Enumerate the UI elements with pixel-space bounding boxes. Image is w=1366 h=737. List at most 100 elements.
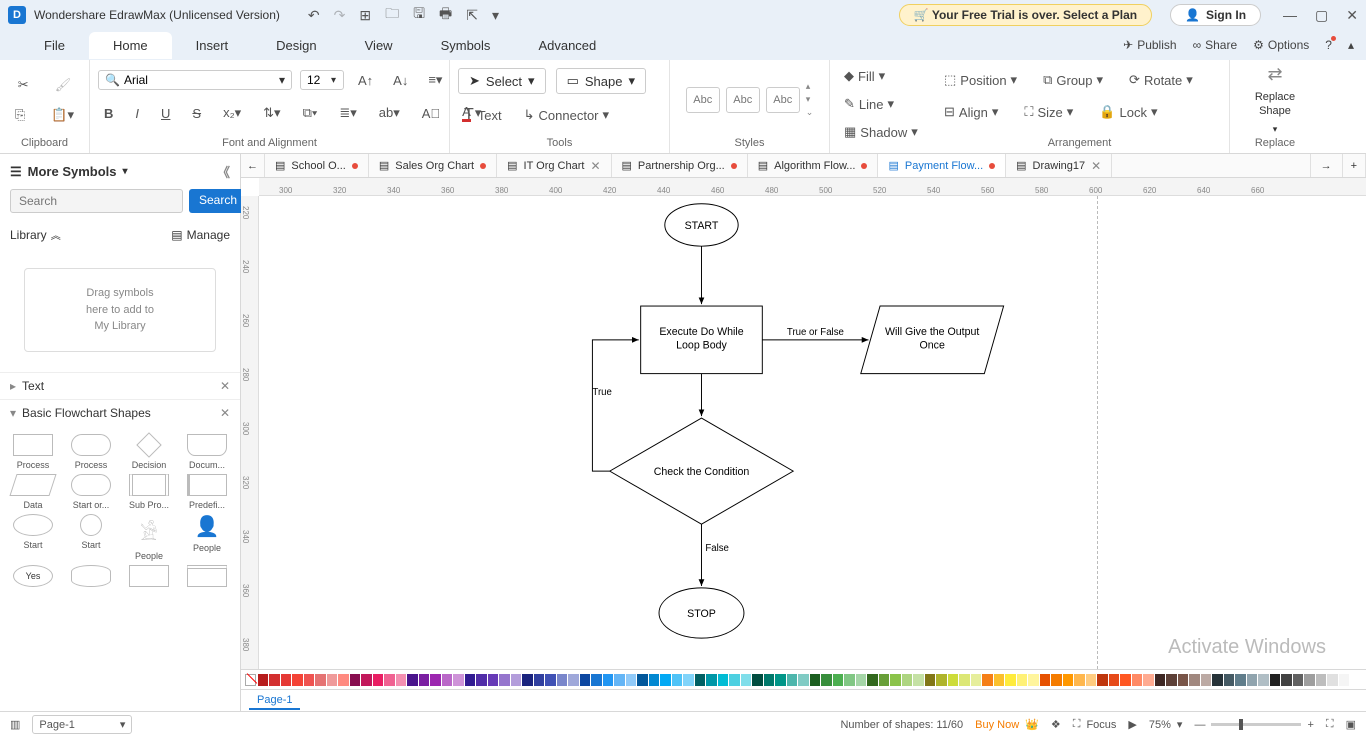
close-section-icon[interactable]: ✕	[220, 379, 230, 393]
color-swatch[interactable]	[1270, 674, 1281, 686]
color-swatch[interactable]	[660, 674, 671, 686]
doctab-payment[interactable]: ▤Payment Flow...	[878, 154, 1006, 177]
color-swatch[interactable]	[1224, 674, 1235, 686]
line-button[interactable]: ✎Line▾	[838, 92, 900, 116]
fill-button[interactable]: ◆Fill▾	[838, 64, 891, 88]
color-swatch[interactable]	[1040, 674, 1051, 686]
export-icon[interactable]: ⇱	[466, 7, 478, 24]
color-swatch[interactable]	[959, 674, 970, 686]
color-swatch[interactable]	[361, 674, 372, 686]
color-swatch[interactable]	[1166, 674, 1177, 686]
connector-tool[interactable]: ↳Connector▾	[518, 102, 615, 128]
color-swatch[interactable]	[890, 674, 901, 686]
color-swatch[interactable]	[465, 674, 476, 686]
chevron-down-icon[interactable]: ▾	[331, 75, 336, 86]
shape-decision[interactable]: Decision	[122, 434, 176, 470]
line-spacing-icon[interactable]: ⧉▾	[297, 101, 324, 125]
color-swatch[interactable]	[752, 674, 763, 686]
color-swatch[interactable]	[1051, 674, 1062, 686]
color-swatch[interactable]	[315, 674, 326, 686]
shape-tool[interactable]: ▭Shape▾	[556, 68, 646, 94]
color-swatch[interactable]	[672, 674, 683, 686]
color-swatch[interactable]	[1316, 674, 1327, 686]
group-button[interactable]: ⧉Group▾	[1037, 68, 1109, 92]
shadow-button[interactable]: ▦Shadow▾	[838, 120, 924, 144]
print-icon[interactable]: 🖶	[439, 3, 452, 27]
advanced-tab[interactable]: Advanced	[514, 32, 620, 59]
color-swatch[interactable]	[821, 674, 832, 686]
color-swatch[interactable]	[1097, 674, 1108, 686]
new-tab-button[interactable]: +	[1343, 154, 1366, 177]
shape-cylinder[interactable]	[64, 565, 118, 601]
color-swatch[interactable]	[591, 674, 602, 686]
chevron-down-icon[interactable]: ▾	[279, 73, 285, 87]
color-swatch[interactable]	[1247, 674, 1258, 686]
shape-subprocess[interactable]: Sub Pro...	[122, 474, 176, 510]
replace-shape-label[interactable]: Replace Shape	[1255, 91, 1295, 117]
color-swatch[interactable]	[1327, 674, 1338, 686]
color-swatch[interactable]	[810, 674, 821, 686]
bullets-icon[interactable]: ≣▾	[333, 101, 362, 125]
open-icon[interactable]: 🗀	[385, 3, 399, 27]
rotate-button[interactable]: ⟳Rotate▾	[1123, 68, 1199, 92]
color-swatch[interactable]	[1132, 674, 1143, 686]
color-swatch[interactable]	[1155, 674, 1166, 686]
layers-icon[interactable]: ❖	[1051, 718, 1061, 731]
color-swatch[interactable]	[1086, 674, 1097, 686]
color-swatch[interactable]	[258, 674, 269, 686]
color-swatch[interactable]	[327, 674, 338, 686]
color-swatch[interactable]	[1028, 674, 1039, 686]
color-swatch[interactable]	[902, 674, 913, 686]
color-swatch[interactable]	[879, 674, 890, 686]
color-swatch[interactable]	[1350, 674, 1361, 686]
decrease-font-icon[interactable]: A↓	[387, 69, 414, 92]
minimize-icon[interactable]: —	[1283, 7, 1297, 24]
color-swatch[interactable]	[982, 674, 993, 686]
subscript-icon[interactable]: x₂▾	[217, 101, 247, 125]
font-select[interactable]: 🔍 ▾	[98, 70, 292, 90]
lock-button[interactable]: 🔒Lock▾	[1093, 100, 1163, 124]
zoom-in-icon[interactable]: +	[1307, 719, 1313, 731]
underline-icon[interactable]: U	[155, 102, 176, 125]
doctab-drawing17[interactable]: ▤Drawing17✕	[1006, 154, 1112, 177]
color-swatch[interactable]	[350, 674, 361, 686]
color-swatch[interactable]	[1281, 674, 1292, 686]
color-swatch[interactable]	[499, 674, 510, 686]
doctab-nav-right[interactable]: →	[1310, 154, 1343, 177]
color-swatch[interactable]	[637, 674, 648, 686]
color-swatch[interactable]	[603, 674, 614, 686]
color-swatch[interactable]	[856, 674, 867, 686]
color-swatch[interactable]	[649, 674, 660, 686]
zoom-level[interactable]: 75%▾	[1149, 718, 1183, 731]
collapse-icon[interactable]: ▾	[10, 406, 16, 420]
size-button[interactable]: ⛶Size▾	[1018, 100, 1079, 124]
clear-format-icon[interactable]: A⃠	[416, 102, 446, 125]
signin-button[interactable]: 👤 Sign In	[1170, 4, 1261, 26]
chevron-down-icon[interactable]: ▾	[1273, 124, 1278, 135]
maximize-icon[interactable]: ▢	[1315, 7, 1328, 24]
color-swatch[interactable]	[1189, 674, 1200, 686]
file-menu[interactable]: File	[20, 32, 89, 59]
color-swatch[interactable]	[281, 674, 292, 686]
color-swatch[interactable]	[1293, 674, 1304, 686]
case-icon[interactable]: ab▾	[373, 101, 406, 125]
shape-process[interactable]: Process	[6, 434, 60, 470]
shape-start-or[interactable]: Start or...	[64, 474, 118, 510]
color-swatch[interactable]	[1074, 674, 1085, 686]
color-swatch[interactable]	[994, 674, 1005, 686]
close-tab-icon[interactable]: ✕	[1091, 159, 1101, 173]
zoom-slider[interactable]: — +	[1194, 719, 1313, 731]
fullscreen-icon[interactable]: ▣	[1346, 718, 1356, 731]
color-swatch[interactable]	[764, 674, 775, 686]
shape-people-1[interactable]: 𓀀People	[122, 514, 176, 561]
chevron-down-icon[interactable]: ▾	[123, 166, 128, 177]
color-swatch[interactable]	[384, 674, 395, 686]
collapse-up-icon[interactable]: ︽	[51, 227, 61, 242]
help-button[interactable]: ?	[1325, 38, 1332, 52]
color-swatch[interactable]	[442, 674, 453, 686]
close-tab-icon[interactable]: ✕	[590, 159, 600, 173]
font-size-input[interactable]	[307, 73, 331, 87]
color-swatch[interactable]	[1005, 674, 1016, 686]
color-swatch[interactable]	[269, 674, 280, 686]
color-swatch[interactable]	[545, 674, 556, 686]
